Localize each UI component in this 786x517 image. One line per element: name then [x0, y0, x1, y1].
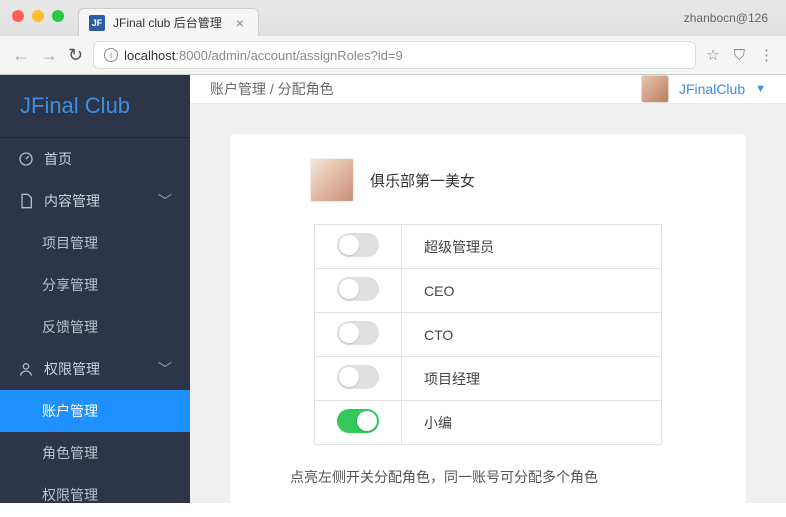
document-icon [18, 193, 34, 209]
tab-title: JFinal club 后台管理 [113, 14, 222, 31]
roles-table: 超级管理员 CEO CTO 项目经理小编 [314, 224, 662, 445]
role-name: CTO [424, 327, 453, 343]
role-assignment-card: 俱乐部第一美女 超级管理员 CEO CTO 项目经理小编 点亮左侧开关分配角色，同一账… [230, 134, 746, 517]
sidebar-item-label: 内容管理 [44, 191, 100, 211]
sidebar-item-permissions[interactable]: 权限管理 [0, 474, 190, 516]
brand-title[interactable]: JFinal Club [0, 75, 190, 138]
role-switch[interactable] [337, 409, 379, 433]
caret-down-icon: ▼ [755, 83, 766, 95]
role-switch[interactable] [337, 277, 379, 301]
menu-icon[interactable]: ⋮ [759, 46, 774, 64]
site-info-icon[interactable]: i [104, 48, 118, 62]
sidebar-item-label: 权限管理 [42, 485, 98, 505]
minimize-window-icon[interactable] [32, 10, 44, 22]
window-controls[interactable] [12, 10, 64, 22]
sidebar-section-content[interactable]: 内容管理 ﹀ [0, 180, 190, 222]
role-switch[interactable] [337, 233, 379, 257]
close-tab-icon[interactable]: × [236, 15, 244, 31]
browser-profile-text[interactable]: zhanbocn@126 [684, 11, 776, 25]
hint-text: 点亮左侧开关分配角色，同一账号可分配多个角色 [290, 467, 696, 487]
sidebar: JFinal Club 首页 内容管理 ﹀ 项目管理 分享管理 反馈管理 [0, 75, 190, 503]
url-path: :8000/admin/account/assignRoles?id=9 [175, 48, 402, 63]
reload-button[interactable]: ↻ [68, 45, 83, 66]
address-bar[interactable]: i localhost:8000/admin/account/assignRol… [93, 41, 696, 69]
role-switch[interactable] [337, 321, 379, 345]
shield-icon[interactable]: ⛉ [734, 47, 745, 64]
zoom-window-icon[interactable] [52, 10, 64, 22]
sidebar-item-shares[interactable]: 分享管理 [0, 264, 190, 306]
browser-tab[interactable]: JF JFinal club 后台管理 × [78, 8, 259, 36]
chevron-down-icon: ﹀ [158, 359, 172, 379]
content-header: 账户管理 / 分配角色 JFinalClub ▼ [190, 75, 786, 104]
back-button[interactable]: ← [12, 45, 30, 66]
chevron-down-icon: ﹀ [158, 191, 172, 211]
sidebar-item-label: 角色管理 [42, 443, 98, 463]
sidebar-item-label: 权限管理 [44, 359, 100, 379]
sidebar-item-accounts[interactable]: 账户管理 [0, 390, 190, 432]
role-name: 超级管理员 [424, 239, 494, 255]
sidebar-item-label: 反馈管理 [42, 317, 98, 337]
role-row: 项目经理 [315, 357, 662, 401]
tab-favicon: JF [89, 15, 105, 31]
profile-nickname: 俱乐部第一美女 [370, 170, 475, 191]
sidebar-item-label: 分享管理 [42, 275, 98, 295]
sidebar-item-roles[interactable]: 角色管理 [0, 432, 190, 474]
sidebar-item-feedback[interactable]: 反馈管理 [0, 306, 190, 348]
sidebar-section-permission[interactable]: 权限管理 ﹀ [0, 348, 190, 390]
url-host: localhost [124, 48, 175, 63]
role-switch[interactable] [337, 365, 379, 389]
role-row: CTO [315, 313, 662, 357]
role-row: 超级管理员 [315, 225, 662, 269]
role-row: 小编 [315, 401, 662, 445]
star-icon[interactable]: ☆ [706, 46, 719, 64]
sidebar-item-label: 账户管理 [42, 401, 98, 421]
sidebar-item-label: 项目管理 [42, 233, 98, 253]
forward-button[interactable]: → [40, 45, 58, 66]
header-user-menu[interactable]: JFinalClub ▼ [641, 75, 766, 103]
role-name: 项目经理 [424, 371, 480, 387]
role-name: 小编 [424, 415, 452, 431]
breadcrumb: 账户管理 / 分配角色 [210, 79, 334, 99]
role-row: CEO [315, 269, 662, 313]
dashboard-icon [18, 151, 34, 167]
role-name: CEO [424, 283, 454, 299]
sidebar-item-projects[interactable]: 项目管理 [0, 222, 190, 264]
user-icon [18, 361, 34, 377]
browser-chrome: JF JFinal club 后台管理 × zhanbocn@126 ← → ↻… [0, 0, 786, 75]
close-window-icon[interactable] [12, 10, 24, 22]
avatar [310, 158, 354, 202]
avatar [641, 75, 669, 103]
sidebar-item-home[interactable]: 首页 [0, 138, 190, 180]
header-username: JFinalClub [679, 81, 745, 97]
sidebar-item-label: 首页 [44, 149, 72, 169]
